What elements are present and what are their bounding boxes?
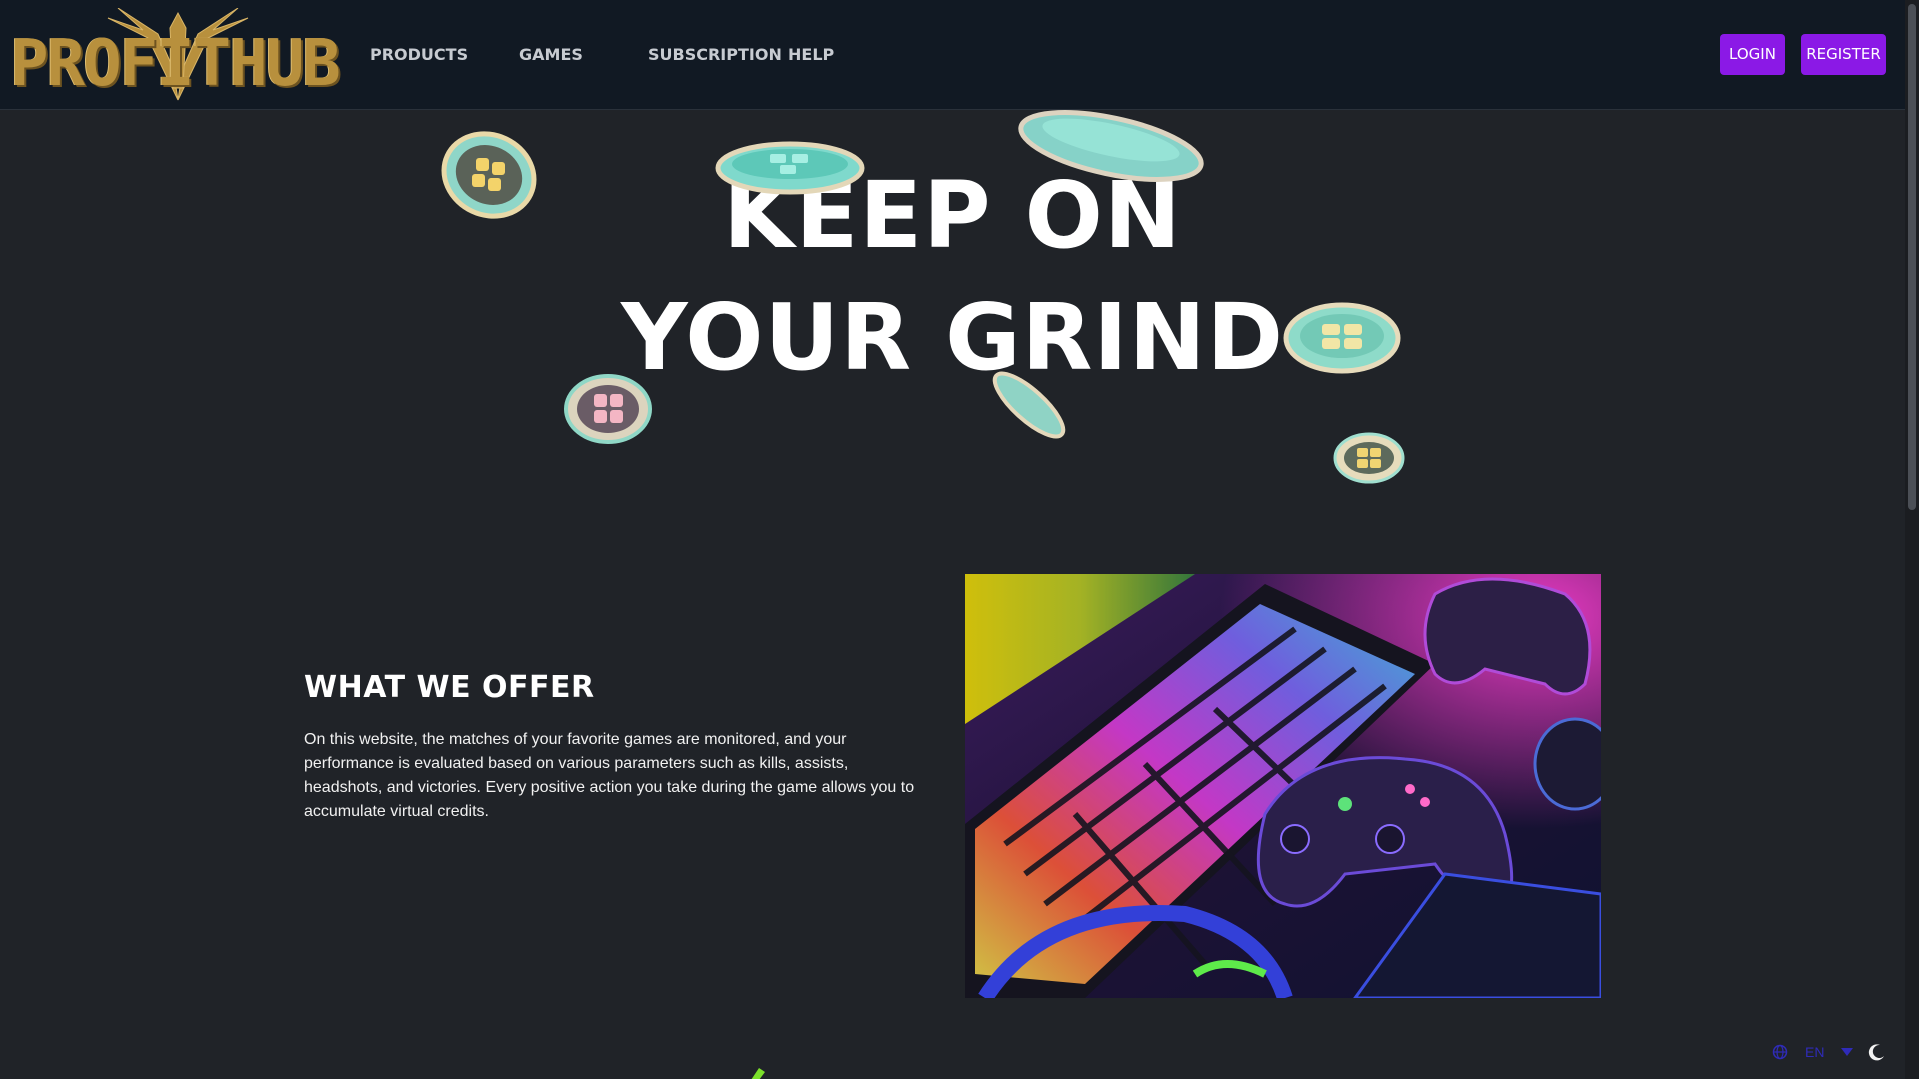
nav-subscription[interactable]: SUBSCRIPTION <box>648 0 782 110</box>
coin-icon <box>1283 302 1401 374</box>
language-selector[interactable]: EN <box>1805 1044 1824 1060</box>
register-button[interactable]: REGISTER <box>1801 34 1886 75</box>
nav-products[interactable]: PRODUCTS <box>370 0 468 110</box>
coin-icon <box>992 371 1066 439</box>
page-scrollbar[interactable] <box>1905 0 1919 1079</box>
nav-games[interactable]: GAMES <box>519 0 583 110</box>
coin-icon <box>1333 432 1405 484</box>
profithub-logo[interactable]: PROFITHUB <box>10 8 341 102</box>
hero-headline-line-2: YOUR GRIND <box>620 284 1285 391</box>
hero-headline-line-1: KEEP ON <box>723 162 1182 269</box>
nav-help[interactable]: HELP <box>788 0 834 110</box>
coin-icon <box>1018 110 1204 182</box>
coin-icon <box>564 374 652 444</box>
globe-icon[interactable] <box>1772 1044 1788 1060</box>
coin-icon <box>715 141 865 195</box>
moon-icon[interactable] <box>1868 1043 1886 1061</box>
login-button[interactable]: LOGIN <box>1720 34 1785 75</box>
coin-icon <box>441 131 537 219</box>
offer-description: On this website, the matches of your fav… <box>304 731 915 820</box>
chevron-down-icon[interactable] <box>1840 1046 1854 1058</box>
scrollbar-thumb[interactable] <box>1908 4 1916 510</box>
logo-wordmark: PROFITHUB <box>10 27 341 101</box>
gaming-setup-image <box>965 574 1601 998</box>
offer-title: WHAT WE OFFER <box>304 670 595 705</box>
top-navigation-bar: PROFITHUB PRODUCTS GAMES SUBSCRIPTION HE… <box>0 0 1905 110</box>
decorative-shape <box>751 1068 765 1079</box>
